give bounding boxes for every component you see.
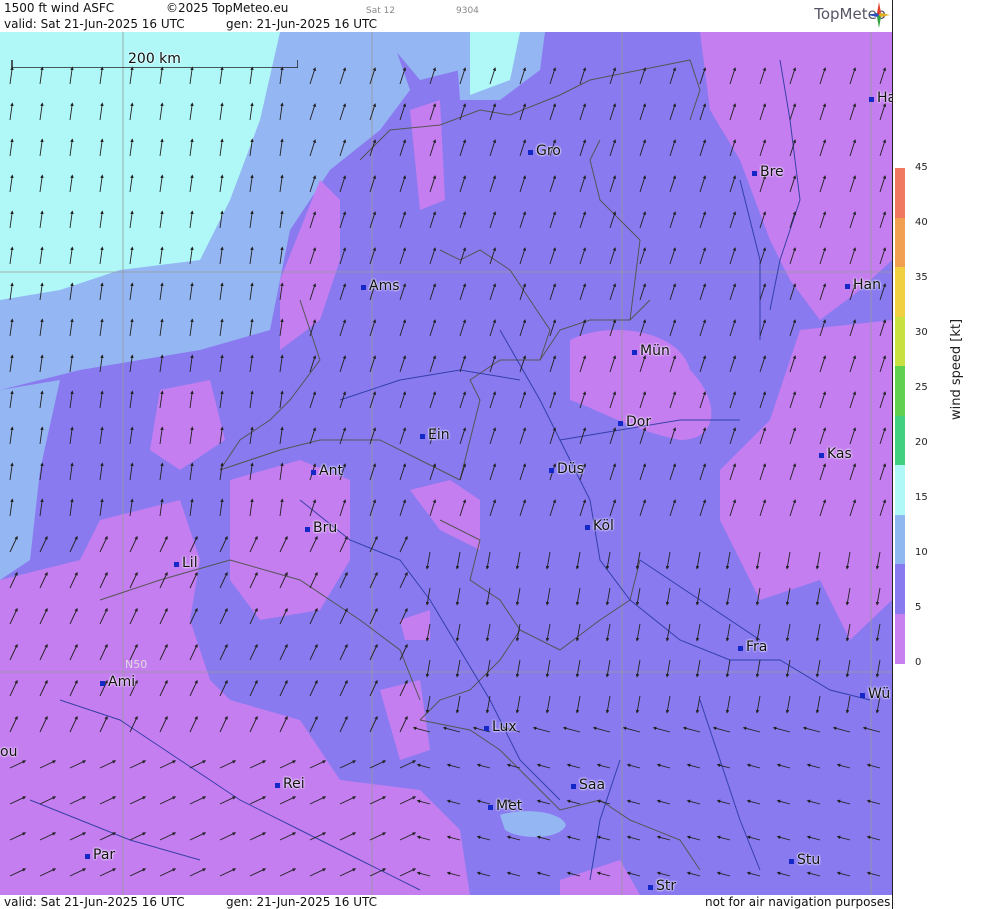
legend-title: wind speed [kt] bbox=[949, 318, 964, 420]
legend-tick-label: 35 bbox=[915, 272, 928, 283]
legend-tick-label: 20 bbox=[915, 437, 928, 448]
city-marker bbox=[275, 783, 280, 788]
city-marker bbox=[488, 805, 493, 810]
footer-generated-time: gen: 21-Jun-2025 16 UTC bbox=[226, 895, 378, 909]
color-scale-bar bbox=[895, 168, 905, 664]
city-label: Kas bbox=[819, 446, 852, 462]
city-label: ou bbox=[0, 744, 18, 760]
city-label: Saa bbox=[571, 777, 605, 793]
city-marker bbox=[549, 468, 554, 473]
color-scale-segment bbox=[895, 465, 905, 515]
city-label: Bre bbox=[752, 164, 784, 180]
disclaimer: not for air navigation purposes bbox=[705, 895, 891, 909]
product-code: 9304 bbox=[456, 6, 479, 16]
scale-label: 200 km bbox=[128, 51, 181, 67]
city-marker bbox=[85, 854, 90, 859]
city-label: Lil bbox=[174, 555, 198, 571]
city-label: Lux bbox=[484, 719, 517, 735]
city-marker bbox=[420, 434, 425, 439]
legend-tick-label: 0 bbox=[915, 657, 922, 668]
city-marker bbox=[869, 97, 874, 102]
city-marker bbox=[174, 562, 179, 567]
generated-time: gen: 21-Jun-2025 16 UTC bbox=[226, 17, 378, 31]
map-header: 1500 ft wind ASFC ©2025 TopMeteo.eu Sat … bbox=[0, 0, 892, 32]
city-label: Ant bbox=[311, 463, 343, 479]
city-label: Stu bbox=[789, 852, 820, 868]
city-label: Ha bbox=[869, 90, 892, 106]
footer-valid-time: valid: Sat 21-Jun-2025 16 UTC bbox=[4, 895, 185, 909]
city-label: Gro bbox=[528, 143, 561, 159]
color-scale-segment bbox=[895, 564, 905, 614]
legend-panel: 45 40 35 30 25 20 15 10 5 0 wind speed [kt] bbox=[892, 0, 983, 909]
city-label: Köl bbox=[585, 518, 614, 534]
color-scale-segment bbox=[895, 415, 905, 466]
city-marker bbox=[738, 646, 743, 651]
city-marker bbox=[789, 859, 794, 864]
city-marker bbox=[845, 284, 850, 289]
city-label: Ein bbox=[420, 427, 450, 443]
legend-tick-label: 40 bbox=[915, 217, 928, 228]
city-marker bbox=[648, 885, 653, 890]
latitude-label: N50 bbox=[125, 658, 148, 671]
city-label: Bru bbox=[305, 520, 337, 536]
city-label: Han bbox=[845, 277, 881, 293]
city-label: Wü bbox=[860, 686, 890, 702]
city-label: Düs bbox=[549, 461, 584, 477]
city-marker bbox=[860, 693, 865, 698]
color-scale-segment bbox=[895, 613, 905, 664]
legend-tick-label: 45 bbox=[915, 162, 928, 173]
city-marker bbox=[571, 784, 576, 789]
city-marker bbox=[752, 171, 757, 176]
city-marker bbox=[311, 470, 316, 475]
wind-map: 200 km N50 Gro Bre Ha Ams Han Mün Ein Do… bbox=[0, 32, 892, 895]
color-scale-segment bbox=[895, 217, 905, 268]
legend-tick-label: 5 bbox=[915, 602, 922, 613]
city-label: Dor bbox=[618, 414, 651, 430]
city-marker bbox=[618, 421, 623, 426]
compass-star-icon bbox=[868, 2, 890, 28]
city-label: Rei bbox=[275, 776, 305, 792]
city-marker bbox=[100, 681, 105, 686]
legend-tick-label: 10 bbox=[915, 547, 928, 558]
copyright: ©2025 TopMeteo.eu bbox=[166, 1, 289, 15]
legend-tick-label: 15 bbox=[915, 492, 928, 503]
map-footer: valid: Sat 21-Jun-2025 16 UTC gen: 21-Ju… bbox=[0, 895, 892, 909]
map-title: 1500 ft wind ASFC bbox=[4, 1, 115, 15]
color-scale-segment bbox=[895, 366, 905, 416]
valid-time: valid: Sat 21-Jun-2025 16 UTC bbox=[4, 17, 185, 31]
city-marker bbox=[305, 527, 310, 532]
city-marker bbox=[484, 726, 489, 731]
color-scale-segment bbox=[895, 316, 905, 367]
city-label: Str bbox=[648, 878, 676, 894]
city-label: Fra bbox=[738, 639, 767, 655]
legend-tick-label: 30 bbox=[915, 327, 928, 338]
city-label: Met bbox=[488, 798, 522, 814]
city-marker bbox=[819, 453, 824, 458]
city-marker bbox=[632, 350, 637, 355]
city-label: Ami bbox=[100, 674, 135, 690]
city-marker bbox=[528, 150, 533, 155]
city-marker bbox=[361, 285, 366, 290]
color-scale-segment bbox=[895, 514, 905, 565]
color-scale-segment bbox=[895, 168, 905, 218]
city-label: Ams bbox=[361, 278, 400, 294]
city-label: Par bbox=[85, 847, 115, 863]
city-marker bbox=[585, 525, 590, 530]
wind-speed-field bbox=[0, 32, 892, 895]
legend-tick-label: 25 bbox=[915, 382, 928, 393]
city-label: Mün bbox=[632, 343, 670, 359]
color-scale-segment bbox=[895, 267, 905, 317]
